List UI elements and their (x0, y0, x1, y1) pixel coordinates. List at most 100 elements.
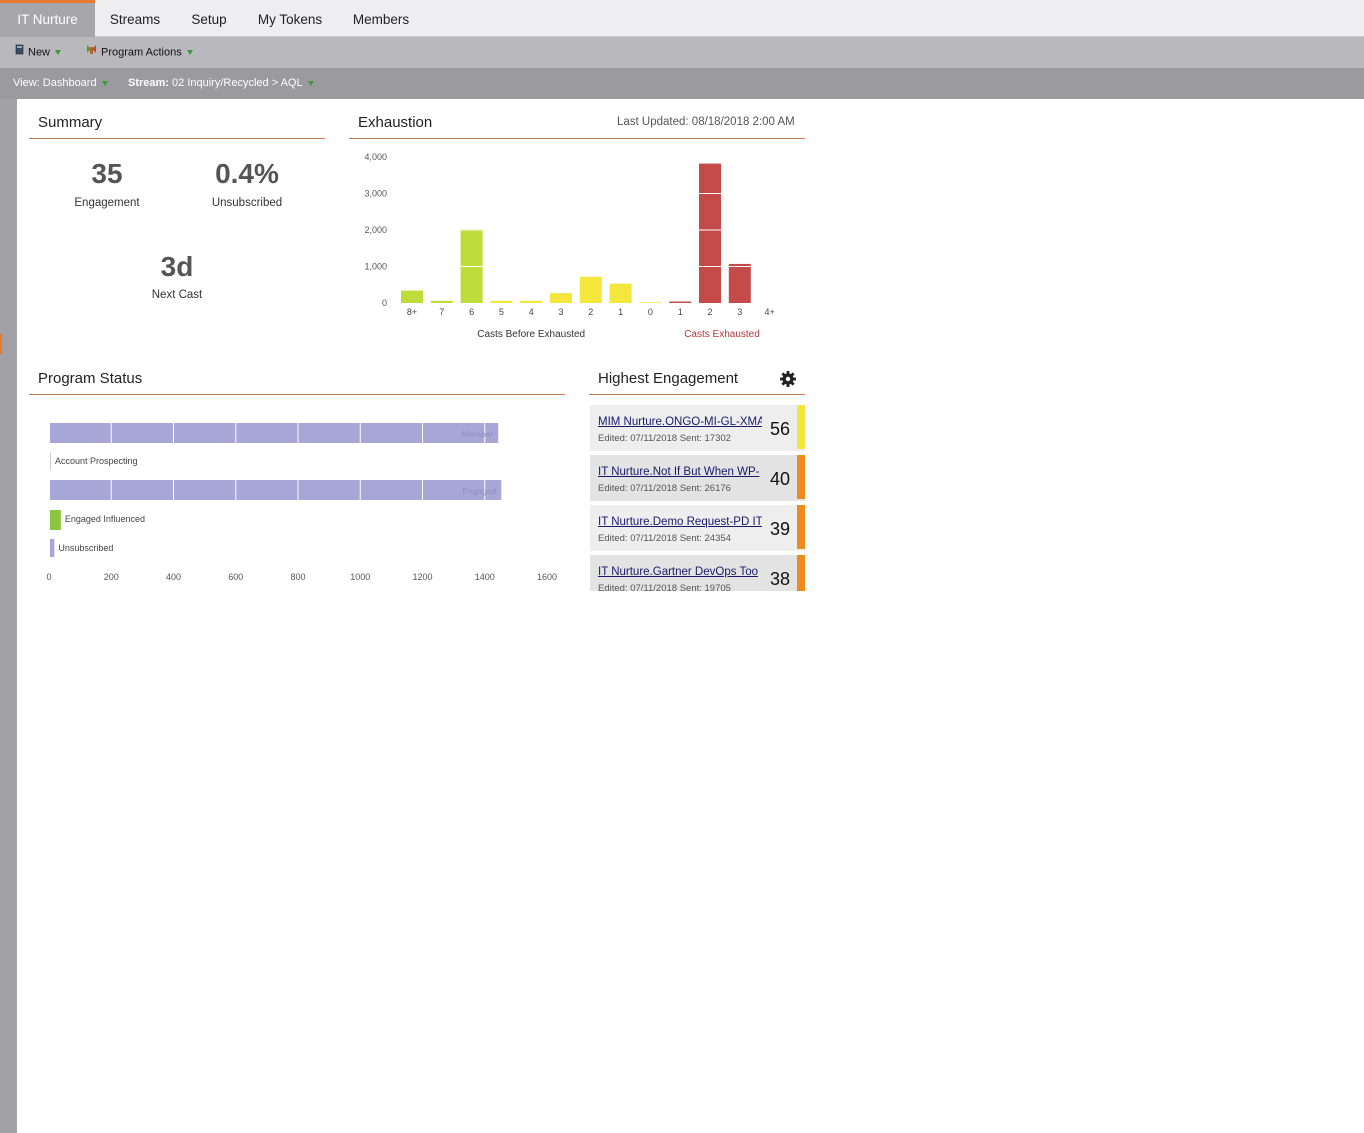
x-tick-label: 3 (737, 307, 742, 317)
summary-title: Summary (38, 114, 103, 131)
status-bar[interactable] (50, 452, 51, 470)
y-tick-label: 1,000 (364, 262, 387, 272)
chevron-down-icon (186, 50, 193, 55)
exhaustion-bar[interactable] (550, 293, 572, 303)
x-tick-label: 1200 (412, 572, 432, 582)
program-status-title: Program Status (38, 370, 143, 387)
chevron-down-icon (55, 50, 62, 55)
engagement-value: 35 (91, 158, 123, 189)
engagement-score: 40 (770, 469, 791, 489)
x-tick-label: 6 (469, 307, 474, 317)
list-item: IT Nurture.Not If But When WP- Edited: 0… (590, 455, 805, 501)
program-meta: Edited: 07/11/2018 Sent: 17302 (598, 433, 731, 444)
status-bar[interactable] (50, 423, 499, 443)
status-bar-label: Engaged Influenced (65, 514, 145, 524)
view-selector[interactable]: View: Dashboard (13, 68, 108, 99)
program-actions-button[interactable]: Program Actions (86, 37, 193, 68)
new-label: New (28, 46, 51, 59)
status-bar-label: Engaged (462, 486, 496, 496)
status-bar-label: Member (462, 429, 493, 439)
exhaustion-chart: 0 1,000 2,000 3,000 4,000 8+ 7 6 5 4 3 2 1 0 1 2 3 4+ Cast… (364, 152, 774, 340)
engagement-label: Engagement (74, 197, 140, 209)
y-tick-label: 3,000 (364, 189, 387, 199)
unsubscribed-label: Unsubscribed (211, 197, 283, 209)
left-rail (0, 99, 17, 1133)
new-icon (15, 37, 24, 68)
stream-prefix: Stream: (128, 77, 169, 89)
x-tick-label: 3 (558, 307, 563, 317)
toolbar: New Program Actions (0, 37, 1364, 68)
next-cast-value: 3d (160, 251, 194, 282)
exhaustion-bar[interactable] (699, 163, 721, 303)
program-meta: Edited: 07/11/2018 Sent: 26176 (598, 483, 731, 494)
tab-members[interactable]: Members (342, 0, 420, 37)
summary-divider (29, 138, 325, 139)
new-button[interactable]: New (15, 37, 62, 68)
x-tick-label: 7 (439, 307, 444, 317)
x-tick-label: 600 (228, 572, 243, 582)
highest-engagement-list: MIM Nurture.ONGO-MI-GL-XMAS Edited: 07/1… (590, 405, 806, 591)
status-bar[interactable] (50, 539, 55, 557)
score-indicator (797, 405, 805, 449)
score-indicator (797, 455, 805, 499)
tab-setup[interactable]: Setup (178, 0, 240, 37)
status-bar[interactable] (50, 510, 61, 530)
exhaustion-bar[interactable] (579, 276, 602, 303)
x-axis-label-exhausted: Casts Exhausted (684, 329, 760, 340)
next-cast-label: Next Cast (151, 289, 203, 301)
x-tick-label: 0 (46, 572, 51, 582)
program-link[interactable]: IT Nurture.Gartner DevOps Too (598, 566, 762, 578)
tab-streams[interactable]: Streams (98, 0, 172, 37)
status-bar-label: Account Prospecting (55, 456, 138, 466)
x-tick-label: 1600 (537, 572, 557, 582)
x-tick-label: 200 (104, 572, 119, 582)
exhaustion-bar[interactable] (520, 300, 543, 303)
exhaustion-bar[interactable] (728, 263, 751, 303)
program-link[interactable]: MIM Nurture.ONGO-MI-GL-XMAS (598, 416, 762, 428)
x-tick-label: 1 (678, 307, 683, 317)
exhaustion-bar[interactable] (401, 290, 423, 303)
engagement-score: 56 (770, 419, 791, 439)
program-status-divider (29, 394, 565, 395)
program-link[interactable]: IT Nurture.Demo Request-PD IT (598, 516, 762, 528)
unsubscribed-value: 0.4% (215, 158, 279, 189)
score-indicator (797, 555, 805, 591)
x-tick-label: 4+ (764, 307, 774, 317)
score-indicator (797, 505, 805, 549)
x-tick-label: 1 (618, 307, 623, 317)
tab-bar: IT Nurture Streams Setup My Tokens Membe… (0, 0, 1364, 37)
list-item: MIM Nurture.ONGO-MI-GL-XMAS Edited: 07/1… (590, 405, 805, 451)
program-status-chart: Member Account Prospecting Engaged Engaged … (46, 423, 557, 582)
x-tick-label: 2 (588, 307, 593, 317)
exhaustion-bar[interactable] (609, 283, 632, 303)
view-bar: View: Dashboard Stream: 02 Inquiry/Recyc… (0, 68, 1364, 99)
exhaustion-divider (349, 138, 805, 139)
exhaustion-bar[interactable] (639, 302, 662, 303)
highest-engagement-divider (589, 394, 805, 395)
exhaustion-bar[interactable] (669, 301, 692, 303)
rail-marker (0, 334, 2, 354)
gear-icon[interactable] (779, 370, 797, 388)
stream-selector[interactable]: Stream: 02 Inquiry/Recycled > AQL (128, 68, 314, 99)
chevron-down-icon (101, 80, 108, 86)
list-item: IT Nurture.Demo Request-PD IT Edited: 07… (590, 505, 805, 551)
x-tick-label: 800 (290, 572, 305, 582)
chevron-down-icon (307, 80, 314, 86)
tab-my-tokens[interactable]: My Tokens (248, 0, 332, 37)
program-meta: Edited: 07/11/2018 Sent: 19705 (598, 583, 731, 591)
engagement-score: 39 (770, 519, 791, 539)
x-tick-label: 1000 (350, 572, 370, 582)
exhaustion-bar[interactable] (490, 300, 513, 303)
last-updated: Last Updated: 08/18/2018 2:00 AM (617, 116, 795, 128)
tab-it-nurture[interactable]: IT Nurture (0, 0, 95, 37)
x-tick-label: 2 (707, 307, 712, 317)
status-bar[interactable] (50, 480, 502, 500)
exhaustion-bar[interactable] (430, 300, 453, 303)
x-tick-label: 1400 (475, 572, 495, 582)
x-tick-label: 5 (499, 307, 504, 317)
program-actions-icon (86, 37, 97, 68)
x-tick-label: 8+ (407, 307, 417, 317)
x-tick-label: 0 (648, 307, 653, 317)
program-link[interactable]: IT Nurture.Not If But When WP- (598, 466, 762, 478)
x-tick-label: 400 (166, 572, 181, 582)
